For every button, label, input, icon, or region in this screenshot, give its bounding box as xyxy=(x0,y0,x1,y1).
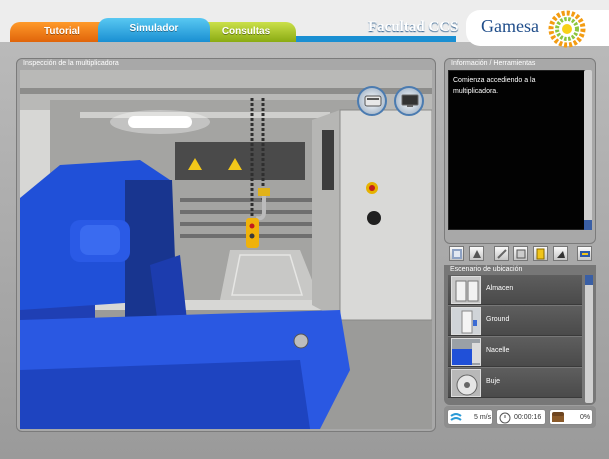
info-text-box: Comienza accediendo a la multiplicadora. xyxy=(448,70,586,230)
device-icon xyxy=(364,95,382,107)
location-list: Almacen Ground Nacelle Buje xyxy=(448,275,582,403)
info-scrollbar[interactable] xyxy=(584,70,592,230)
location-label: Almacen xyxy=(486,285,514,292)
location-panel: Escenario de ubicación Almacen Ground Na… xyxy=(444,265,596,405)
faculty-title: Facultad CCS xyxy=(368,19,459,35)
scene-panel: Inspección de la multiplicadora xyxy=(16,58,436,432)
device-view-button[interactable] xyxy=(357,86,387,116)
chest-icon xyxy=(552,412,564,422)
progress-value: 0% xyxy=(580,414,591,421)
info-scroll-thumb[interactable] xyxy=(584,220,592,230)
nacelle-scene-illustration xyxy=(20,70,432,429)
location-scroll-thumb[interactable] xyxy=(585,275,593,285)
tool-button-1[interactable] xyxy=(449,246,464,261)
tab-consultas[interactable]: Consultas xyxy=(196,22,296,42)
ground-thumbnail-image xyxy=(452,308,480,334)
header-ribbon xyxy=(296,36,456,42)
progress-status: 0% xyxy=(549,409,593,425)
location-item-nacelle[interactable]: Nacelle xyxy=(448,337,582,367)
elapsed-time: 00:00:16 xyxy=(514,414,542,421)
stopwatch-icon xyxy=(499,412,511,424)
brand-name: Gamesa xyxy=(481,16,539,36)
info-panel: Información / Herramientas Comienza acce… xyxy=(444,58,596,244)
status-bar: 5 m/s 00:00:16 0% xyxy=(444,406,596,428)
scene-title: Inspección de la multiplicadora xyxy=(23,60,119,67)
tool-5-icon xyxy=(536,248,545,260)
tool-2-icon xyxy=(473,250,481,258)
monitor-view-button[interactable] xyxy=(394,86,424,116)
location-title: Escenario de ubicación xyxy=(450,266,523,273)
tool-button-7[interactable] xyxy=(577,246,592,261)
tool-7-icon xyxy=(580,251,590,257)
wind-speed: 5 m/s xyxy=(474,414,492,421)
tool-button-2[interactable] xyxy=(469,246,484,261)
location-item-buje[interactable]: Buje xyxy=(448,368,582,398)
tool-button-5[interactable] xyxy=(533,246,548,261)
tool-1-icon xyxy=(452,249,462,259)
tool-button-6[interactable] xyxy=(553,246,568,261)
hub-thumbnail-image xyxy=(452,370,480,396)
location-label: Nacelle xyxy=(486,347,510,354)
location-label: Buje xyxy=(486,378,501,385)
tool-button-4[interactable] xyxy=(513,246,528,261)
almacen-thumbnail xyxy=(451,276,481,304)
tool-4-icon xyxy=(516,249,526,259)
info-title: Información / Herramientas xyxy=(451,60,536,67)
location-item-almacen[interactable]: Almacen xyxy=(448,275,582,305)
location-item-ground[interactable]: Ground xyxy=(448,306,582,336)
buje-thumbnail xyxy=(451,369,481,397)
nacelle-thumbnail-image xyxy=(452,339,480,365)
nacelle-thumbnail xyxy=(451,338,481,366)
info-message: Comienza accediendo a la multiplicadora. xyxy=(453,77,536,95)
location-scrollbar[interactable] xyxy=(585,275,593,403)
tool-bar xyxy=(444,244,596,266)
tool-3-icon xyxy=(497,249,507,259)
app-window: Tutorial Simulador Consultas Facultad CC… xyxy=(0,0,609,459)
tab-simulador[interactable]: Simulador xyxy=(98,18,210,42)
warehouse-thumbnail-image xyxy=(452,277,480,303)
tool-6-icon xyxy=(557,251,565,258)
monitor-icon xyxy=(401,94,419,107)
gamesa-logo-icon xyxy=(548,10,586,48)
tool-button-3[interactable] xyxy=(494,246,509,261)
wind-status: 5 m/s xyxy=(447,409,493,425)
scene-viewport[interactable] xyxy=(20,70,432,429)
time-status: 00:00:16 xyxy=(496,409,546,425)
ground-thumbnail xyxy=(451,307,481,335)
location-label: Ground xyxy=(486,316,510,323)
wind-icon xyxy=(450,413,462,421)
